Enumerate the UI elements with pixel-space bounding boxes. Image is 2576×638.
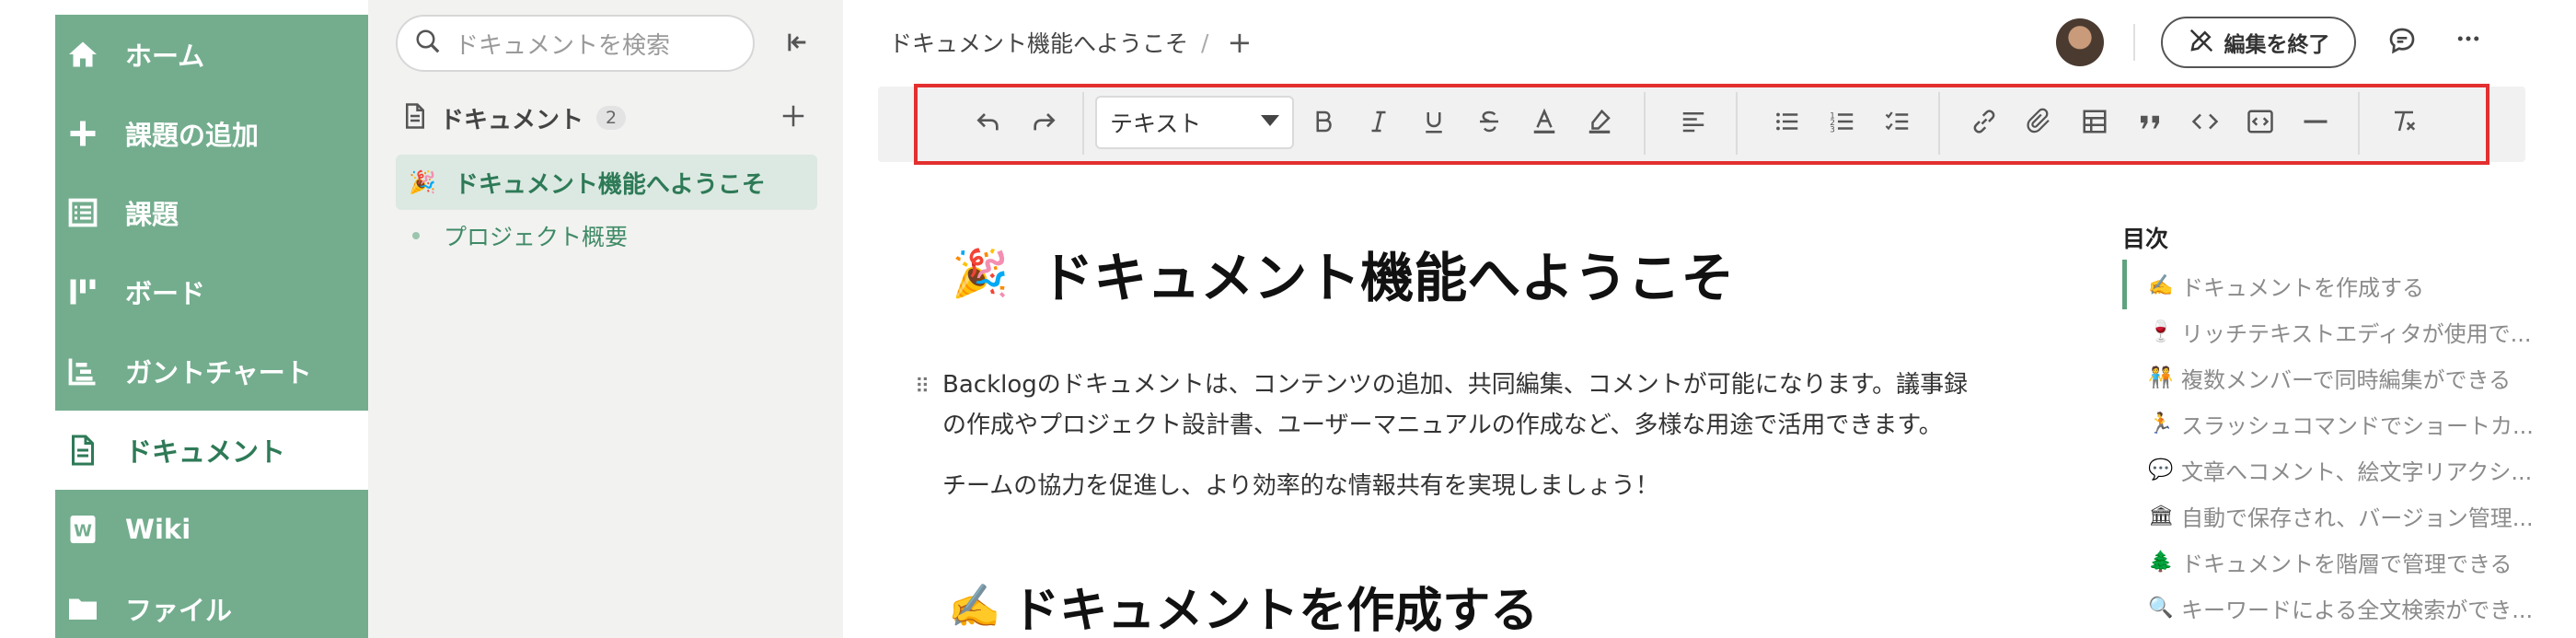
bullet-dot [412,232,420,239]
toc-item[interactable]: 🌲 ドキュメントを階層で管理できる [2148,539,2535,584]
nav-label: ホーム [125,41,205,72]
section-heading[interactable]: ✍️ ドキュメントを作成する [948,569,1538,638]
toc-item[interactable]: 🔍 キーワードによる全文検索ができ... [2148,586,2535,630]
nav-item-board[interactable]: ボード [55,252,368,331]
nav-item-add-issue[interactable]: 課題の追加 [55,94,368,173]
nav-label: ガントチャート [125,357,312,389]
toc-item[interactable]: 🏛 自動で保存され、バージョン管理... [2148,493,2535,538]
section-heading-text: ドキュメントを作成する [1011,583,1539,638]
tree-icon: 🌲 [2148,550,2174,574]
avatar[interactable] [2056,18,2104,66]
tree-item-project-overview[interactable]: プロジェクト概要 [412,217,628,254]
plus-icon [63,113,103,154]
app-window: ホーム 課題の追加 課題 ボード ガントチャート ドキュメント W Wiki フ… [0,0,2576,638]
list-icon [63,192,103,233]
document-tree-sidebar: ドキュメントを検索 ドキュメント 2 🎉 ドキュメント機能へようこそ プロジェク… [368,0,843,638]
divider [2133,24,2135,61]
nav-item-files[interactable]: ファイル [55,569,368,638]
document-icon [63,430,103,470]
tree-header-label: ドキュメント [440,106,584,134]
comment-button[interactable] [2382,22,2422,63]
wiki-icon: W [63,509,103,550]
board-icon [63,272,103,312]
global-nav: ホーム 課題の追加 課題 ボード ガントチャート ドキュメント W Wiki フ… [55,15,368,638]
toolbar-highlight-frame [914,84,2489,165]
toc-item-label: リッチテキストエディタが使用で... [2181,320,2532,347]
speech-bubble-icon: 💬 [2148,458,2174,481]
search-input[interactable]: ドキュメントを検索 [396,15,755,72]
gantt-icon [63,351,103,391]
collapse-left-icon [784,29,810,59]
writing-hand-icon: ✍️ [2148,273,2174,297]
nav-label: Wiki [125,514,191,545]
drag-handle-icon[interactable]: ⠿ [915,376,930,399]
tree-item-label: ドキュメント機能へようこそ [454,170,766,199]
toc-item-label: 文章へコメント、絵文字リアクシ... [2181,458,2533,485]
toc-item-label: キーワードによる全文検索ができ... [2181,597,2534,623]
magnifier-icon: 🔍 [2148,596,2174,620]
people-icon: 🧑‍🤝‍🧑 [2148,365,2174,389]
comment-icon [2387,26,2417,59]
nav-item-documents[interactable]: ドキュメント [55,411,368,490]
collapse-sidebar-button[interactable] [777,24,817,64]
runner-icon: 🏃 [2148,412,2174,435]
wine-glass-icon: 🍷 [2148,319,2174,343]
writing-hand-icon: ✍️ [948,580,1001,631]
document-count-badge: 2 [596,106,627,130]
nav-label: ファイル [125,595,233,626]
nav-item-wiki[interactable]: W Wiki [55,490,368,569]
tree-item-welcome[interactable]: 🎉 ドキュメント機能へようこそ [396,155,817,210]
toc-item[interactable]: 🏃 スラッシュコマンドでショートカ... [2148,401,2535,446]
nav-label: ドキュメント [125,436,286,468]
toc-item-label: スラッシュコマンドでショートカ... [2181,412,2534,439]
plus-icon [780,102,807,133]
toc-item[interactable]: 💬 文章へコメント、絵文字リアクシ... [2148,447,2535,492]
toc-item-label: ドキュメントを作成する [2181,274,2424,301]
nav-label: ボード [125,278,206,309]
toc-item-label: ドキュメントを階層で管理できる [2181,551,2512,577]
party-popper-icon: 🎉 [409,169,436,195]
add-document-button[interactable] [773,98,814,138]
search-icon [414,28,442,59]
home-icon [63,34,103,75]
folder-icon [63,588,103,629]
toc-item[interactable]: 🍷 リッチテキストエディタが使用で... [2148,309,2535,354]
search-placeholder: ドキュメントを検索 [455,31,671,60]
paragraph-line[interactable]: の作成やプロジェクト設計書、ユーザーマニュアルの作成など、多様な用途で活用できま… [942,405,1943,446]
add-child-button[interactable]: + [1227,25,1252,60]
nav-item-issues[interactable]: 課題 [55,173,368,252]
nav-item-home[interactable]: ホーム [55,15,368,94]
toc-item-label: 複数メンバーで同時編集ができる [2181,366,2512,393]
breadcrumb-current[interactable]: ドキュメント機能へようこそ [889,26,1188,59]
tree-header: ドキュメント 2 [401,99,627,136]
nav-label: 課題 [125,199,179,230]
toc-title: 目次 [2122,226,2169,252]
svg-text:W: W [74,522,92,541]
document-icon [401,102,429,133]
breadcrumb-separator: / [1201,29,1209,56]
toc-item-label: 自動で保存され、バージョン管理... [2181,505,2534,531]
paragraph[interactable]: チームの協力を促進し、より効率的な情報共有を実現しましょう！ [942,466,1659,506]
paragraph-line[interactable]: Backlogのドキュメントは、コンテンツの追加、共同編集、コメントが可能になり… [942,365,1968,405]
toc-active-indicator [2122,260,2127,309]
nav-label: 課題の追加 [125,120,260,151]
pencil-off-icon [2188,27,2215,58]
document-title[interactable]: 🎉 ドキュメント機能へようこそ [952,232,1734,315]
breadcrumb: ドキュメント機能へようこそ / + [889,24,1252,61]
toc-item[interactable]: 🧑‍🤝‍🧑 複数メンバーで同時編集ができる [2148,355,2535,400]
classical-building-icon: 🏛 [2148,504,2174,528]
end-edit-label: 編集を終了 [2224,33,2330,57]
more-options-button[interactable] [2448,22,2489,63]
nav-item-gantt[interactable]: ガントチャート [55,331,368,411]
toc-item[interactable]: ✍️ ドキュメントを作成する [2148,263,2535,307]
party-popper-icon: 🎉 [952,246,1010,300]
more-icon [2455,25,2482,60]
end-edit-button[interactable]: 編集を終了 [2161,17,2356,68]
tree-item-label: プロジェクト概要 [444,224,629,250]
left-gutter [0,0,55,638]
document-title-text: ドキュメント機能へようこそ [1040,247,1735,309]
